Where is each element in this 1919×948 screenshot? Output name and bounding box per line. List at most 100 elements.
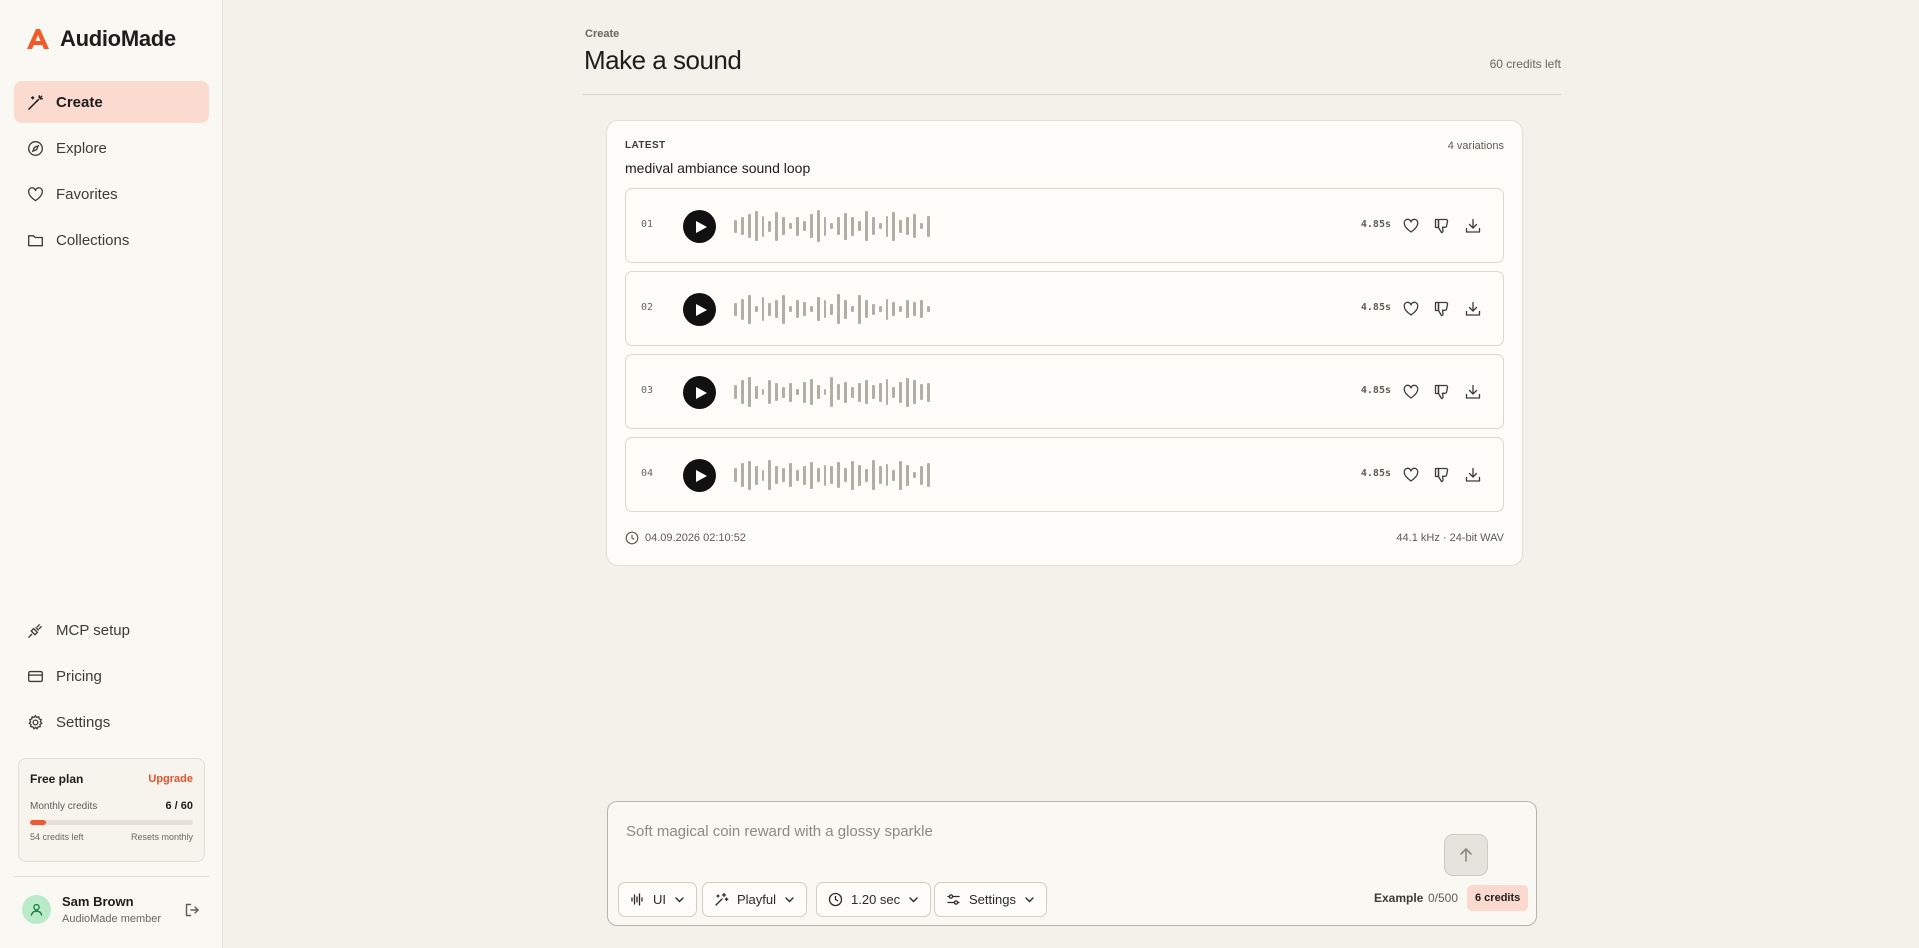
example-button[interactable]: Example — [1374, 891, 1423, 905]
waveform-bar — [789, 382, 793, 402]
waveform-bar — [775, 211, 779, 241]
play-button[interactable] — [683, 459, 716, 492]
compass-icon — [28, 140, 43, 156]
brand[interactable]: AudioMade — [24, 26, 176, 52]
mood-label: Playful — [737, 892, 777, 907]
waveform-bar — [734, 302, 737, 316]
waveform-bar — [761, 297, 765, 321]
sidebar-item-settings[interactable]: Settings — [14, 701, 209, 743]
chevron-down-icon — [675, 897, 684, 903]
header-divider — [583, 94, 1561, 95]
waveform[interactable] — [734, 374, 930, 410]
waveform-bar — [906, 377, 910, 407]
waveform-bar — [920, 465, 923, 485]
waveform-bar — [885, 215, 889, 237]
credits-left-label: 54 credits left — [30, 832, 84, 842]
thumbs-down-icon — [1434, 301, 1449, 317]
dislike-button[interactable] — [1433, 300, 1451, 318]
waveform-bar — [796, 469, 799, 481]
waveform[interactable] — [734, 291, 930, 327]
waveform-bar — [734, 468, 737, 482]
sidebar-item-collections[interactable]: Collections — [14, 219, 209, 261]
waveform-bar — [871, 385, 875, 399]
resets-label: Resets monthly — [130, 832, 193, 842]
download-button[interactable] — [1464, 217, 1482, 235]
duration-select[interactable]: 1.20 sec — [816, 882, 932, 917]
category-label: UI — [653, 892, 666, 907]
breadcrumb: Create — [585, 28, 620, 40]
waveform-bar — [802, 381, 806, 403]
credits-progress-fill — [30, 820, 47, 825]
dislike-button[interactable] — [1433, 466, 1451, 484]
waveform-bar — [878, 306, 882, 312]
waveform-bar — [775, 383, 779, 401]
waveform-bar — [844, 299, 848, 319]
waveform-bar — [837, 462, 841, 488]
waveform-bar — [906, 464, 910, 486]
download-button[interactable] — [1464, 466, 1482, 484]
clock-icon — [828, 892, 843, 907]
waveform-bar — [892, 211, 896, 241]
waveform-bar — [782, 217, 786, 235]
play-button[interactable] — [683, 293, 716, 326]
waveform-bar — [858, 464, 861, 486]
play-button[interactable] — [683, 210, 716, 243]
download-button[interactable] — [1464, 383, 1482, 401]
waveform-bar — [878, 223, 882, 229]
sidebar-item-create[interactable]: Create — [14, 81, 209, 123]
like-button[interactable] — [1402, 217, 1420, 235]
waveform-bar — [885, 464, 889, 486]
settings-select[interactable]: Settings — [934, 882, 1047, 917]
sidebar: AudioMade Create Explore Favorites Colle… — [0, 0, 223, 948]
sidebar-item-label: Create — [56, 93, 103, 111]
waveform-bar — [892, 469, 896, 481]
user-profile[interactable]: Sam Brown AudioMade member — [22, 894, 200, 925]
waveform-bar — [740, 217, 744, 235]
sidebar-item-favorites[interactable]: Favorites — [14, 173, 209, 215]
play-button[interactable] — [683, 376, 716, 409]
logout-icon[interactable] — [184, 902, 200, 918]
send-button[interactable] — [1444, 834, 1488, 876]
sidebar-item-pricing[interactable]: Pricing — [14, 655, 209, 697]
waveform-bar — [734, 385, 737, 399]
dislike-button[interactable] — [1433, 217, 1451, 235]
waveform-bar — [823, 389, 827, 395]
arrow-up-icon — [1460, 848, 1472, 862]
generation-timestamp: 04.09.2026 02:10:52 — [625, 531, 746, 545]
section-label: LATEST — [625, 140, 666, 151]
thumbs-down-icon — [1434, 218, 1449, 234]
waveform-bar — [823, 216, 827, 236]
waveform-bar — [775, 466, 779, 484]
prompt-input[interactable] — [626, 823, 1446, 840]
magic-wand-icon — [28, 94, 43, 110]
download-button[interactable] — [1464, 300, 1482, 318]
waveform-bar — [899, 460, 903, 490]
mood-select[interactable]: Playful — [702, 882, 808, 917]
waveform-bar — [926, 215, 930, 237]
waveform-bar — [789, 223, 793, 229]
waveform-bar — [802, 465, 806, 485]
secondary-nav: MCP setup Pricing Settings — [14, 609, 209, 747]
like-button[interactable] — [1402, 300, 1420, 318]
like-button[interactable] — [1402, 466, 1420, 484]
waveform-bar — [844, 381, 848, 403]
waveform-bar — [892, 302, 896, 316]
sidebar-item-mcp-setup[interactable]: MCP setup — [14, 609, 209, 651]
heart-icon — [1403, 218, 1419, 233]
sidebar-item-explore[interactable]: Explore — [14, 127, 209, 169]
waveform-bar — [809, 306, 813, 312]
dislike-button[interactable] — [1433, 383, 1451, 401]
waveform-bar — [926, 463, 930, 487]
like-button[interactable] — [1402, 383, 1420, 401]
play-icon — [696, 469, 707, 482]
waveform[interactable] — [734, 457, 930, 493]
credit-card-icon — [28, 670, 43, 682]
upgrade-link[interactable]: Upgrade — [148, 773, 193, 785]
category-select[interactable]: UI — [618, 882, 697, 917]
sidebar-item-label: Pricing — [56, 667, 102, 685]
waveform-bar — [816, 385, 820, 399]
waveform-bar — [830, 466, 834, 484]
track-number: 04 — [641, 468, 654, 479]
waveform[interactable] — [734, 208, 930, 244]
settings-label: Settings — [969, 892, 1016, 907]
